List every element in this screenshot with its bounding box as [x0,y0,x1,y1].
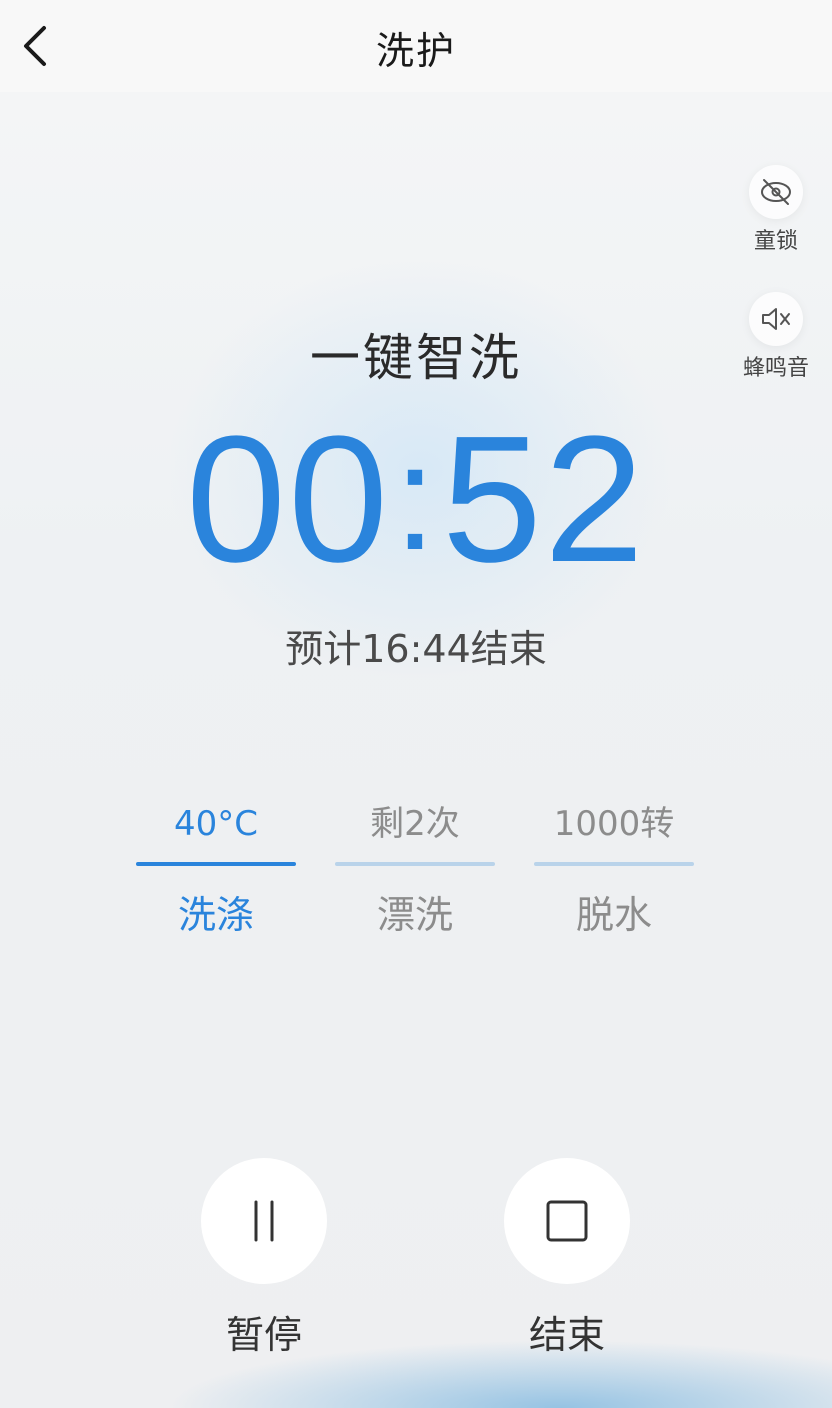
wash-phases: 40°C 洗涤 剩2次 漂洗 1000转 脱水 [136,800,696,940]
child-lock-button[interactable]: 童锁 [731,165,821,255]
phase-spin-bar [534,862,694,866]
phase-rinse-value: 剩2次 [370,804,460,844]
timer-colon: : [394,413,438,581]
phase-spin[interactable]: 1000转 脱水 [534,800,694,939]
pause-label: 暂停 [225,1313,302,1357]
stop-button-circle[interactable] [504,1158,630,1284]
timer-seconds: 52 [441,399,647,600]
countdown-timer: 00:52 [0,400,832,609]
pause-icon [254,1200,274,1242]
estimated-end-time: 预计16:44结束 [285,627,547,671]
stop-icon [546,1200,588,1242]
program-name: 一键智洗 [310,329,522,387]
page-title: 洗护 [375,29,456,73]
phase-wash-bar [136,862,296,866]
phase-rinse[interactable]: 剩2次 漂洗 [335,800,495,939]
stop-label: 结束 [528,1313,605,1357]
pause-button[interactable]: 暂停 [201,1158,327,1359]
phase-wash-value: 40°C [173,804,258,844]
phase-spin-value: 1000转 [553,804,675,844]
pause-button-circle[interactable] [201,1158,327,1284]
phase-rinse-label: 漂洗 [376,893,453,937]
phase-rinse-bar [335,862,495,866]
phase-spin-label: 脱水 [575,893,652,937]
stop-button[interactable]: 结束 [504,1158,630,1359]
timer-minutes: 00 [185,399,391,600]
child-lock-label: 童锁 [753,229,798,254]
header: 洗护 [0,0,832,92]
child-lock-icon [749,165,803,219]
phase-wash[interactable]: 40°C 洗涤 [136,800,296,939]
phase-wash-label: 洗涤 [177,893,254,937]
background [0,0,832,1408]
